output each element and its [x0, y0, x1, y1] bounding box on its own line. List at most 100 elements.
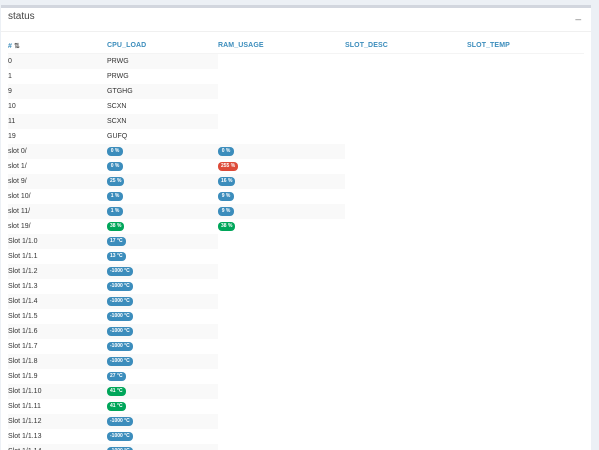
- table-row: Slot 1/1.14-1000 °C: [8, 444, 584, 450]
- table-row: Slot 1/1.7 -1000 °C: [8, 339, 584, 354]
- cpu-badge: 0 %: [107, 162, 123, 171]
- cpu-badge: -1000 °C: [107, 417, 133, 426]
- cell-slot-desc: [345, 279, 467, 294]
- cell-id: Slot 1/1.4: [8, 294, 107, 309]
- sort-icon[interactable]: ⇅: [14, 43, 20, 50]
- cpu-badge: 0 %: [107, 147, 123, 156]
- cell-slot-temp: [467, 414, 584, 429]
- cell-id: Slot 1/1.10: [8, 384, 107, 399]
- cpu-badge: -1000 °C: [107, 432, 133, 441]
- cell-slot-desc: [345, 219, 467, 234]
- column-header-cpu-load[interactable]: CPU_LOAD: [107, 38, 218, 54]
- cell-id: 19: [8, 133, 16, 140]
- table-row: 10 SCXN: [8, 99, 584, 114]
- cell-cpu-load: 1 %: [107, 189, 218, 204]
- cell-ram-usage: [218, 114, 345, 129]
- cell-slot-temp: [467, 189, 584, 204]
- cell-id: slot 1/: [8, 163, 27, 170]
- cell-slot-desc: [345, 264, 467, 279]
- ram-badge: 9 %: [218, 207, 234, 216]
- table-row: 0 PRWG: [8, 53, 584, 70]
- table-row: Slot 1/1.9 27 °C: [8, 369, 584, 384]
- ram-badge: 255 %: [218, 162, 239, 171]
- table-row: Slot 1/1.10 41 °C: [8, 384, 584, 399]
- cell-slot-temp: [467, 174, 584, 189]
- cell-slot-temp: [467, 69, 584, 84]
- cell-slot-temp: [467, 369, 584, 384]
- status-table: # ⇅ CPU_LOAD RAM_USAGE SLOT_DESC SLOT_TEM…: [8, 38, 584, 450]
- cell-id: slot 9/: [8, 174, 107, 189]
- cell-id: slot 19/: [8, 223, 31, 230]
- table-row: Slot 1/1.12 -1000 °C: [8, 414, 584, 429]
- table-row: slot 11/1 % 9 %: [8, 204, 584, 219]
- cell-ram-usage: [218, 309, 345, 324]
- cell-cpu-load: 13 °C: [107, 249, 218, 264]
- cell-slot-temp: [467, 399, 584, 414]
- panel-header: status _: [1, 8, 591, 32]
- cell-ram-usage: [218, 429, 345, 444]
- cell-ram-usage: [218, 294, 345, 309]
- cell-slot-temp: [467, 279, 584, 294]
- table-header-row: # ⇅ CPU_LOAD RAM_USAGE SLOT_DESC SLOT_TEM…: [8, 38, 584, 54]
- cell-slot-desc: [345, 189, 467, 204]
- cell-ram-usage: [218, 279, 345, 294]
- table-row: Slot 1/1.0 17 °C: [8, 234, 584, 249]
- cell-slot-desc: [345, 159, 467, 174]
- cell-cpu-load: 0 %: [107, 159, 218, 174]
- cell-ram-usage: [218, 249, 345, 264]
- cell-ram-usage: 16 %: [218, 174, 345, 189]
- cpu-badge: -1000 °C: [107, 327, 133, 336]
- cpu-badge: -1000 °C: [107, 267, 133, 276]
- cell-cpu-load: -1000 °C: [107, 429, 218, 444]
- cell-slot-temp: [467, 159, 584, 174]
- cell-slot-desc: [345, 174, 467, 189]
- collapse-button[interactable]: _: [575, 10, 581, 21]
- table-row: slot 10/1 % 9 %: [8, 189, 584, 204]
- cell-slot-temp: [467, 99, 584, 114]
- cell-slot-desc: [345, 84, 467, 99]
- ram-badge: 38 %: [218, 222, 236, 231]
- cpu-badge: 25 %: [107, 177, 125, 186]
- column-header-ram-usage[interactable]: RAM_USAGE: [218, 38, 345, 54]
- cell-slot-temp: [467, 444, 584, 450]
- cell-slot-temp: [467, 384, 584, 399]
- ram-badge: 16 %: [218, 177, 236, 186]
- cell-id: Slot 1/1.2: [8, 264, 107, 279]
- table-row: slot 19/38 % 38 %: [8, 219, 584, 234]
- cell-id: 11: [8, 114, 107, 129]
- cell-slot-desc: [345, 144, 467, 159]
- cell-cpu-load: PRWG: [107, 53, 218, 69]
- cell-ram-usage: 0 %: [218, 144, 345, 159]
- cell-slot-desc: [345, 249, 467, 264]
- cell-cpu-load: 1 %: [107, 204, 218, 219]
- cell-slot-temp: [467, 309, 584, 324]
- cell-id: Slot 1/1.9: [8, 373, 38, 380]
- cell-id: Slot 1/1.13: [8, 433, 42, 440]
- column-header-id[interactable]: # ⇅: [8, 38, 107, 54]
- cell-cpu-load: GTGHG: [107, 84, 218, 99]
- cell-ram-usage: [218, 339, 345, 354]
- cell-slot-desc: [345, 294, 467, 309]
- cell-id: Slot 1/1.7: [8, 343, 38, 350]
- cell-ram-usage: [218, 84, 345, 99]
- cell-cpu-load: SCXN: [107, 114, 218, 129]
- cell-id: slot 11/: [8, 204, 107, 219]
- cell-slot-desc: [345, 429, 467, 444]
- cell-cpu-load: 25 %: [107, 174, 218, 189]
- cell-slot-desc: [345, 309, 467, 324]
- column-header-slot-desc[interactable]: SLOT_DESC: [345, 38, 467, 54]
- cell-ram-usage: [218, 444, 345, 450]
- cell-ram-usage: [218, 234, 345, 249]
- cell-ram-usage: 9 %: [218, 189, 345, 204]
- cell-slot-temp: [467, 264, 584, 279]
- cell-cpu-load: -1000 °C: [107, 414, 218, 429]
- cell-cpu-load: -1000 °C: [107, 354, 218, 369]
- cpu-badge: 27 °C: [107, 372, 126, 381]
- cell-cpu-load: 27 °C: [107, 369, 218, 384]
- table-body: 0 PRWG 1 PRWG 9 GTGHG 10 SCXN 11 SCXN 19 GUFQ slot 0…: [8, 53, 584, 450]
- cell-id: Slot 1/1.12: [8, 414, 107, 429]
- column-header-slot-temp[interactable]: SLOT_TEMP: [467, 38, 584, 54]
- cell-slot-desc: [345, 354, 467, 369]
- cell-slot-desc: [345, 54, 467, 70]
- ram-badge: 0 %: [218, 147, 234, 156]
